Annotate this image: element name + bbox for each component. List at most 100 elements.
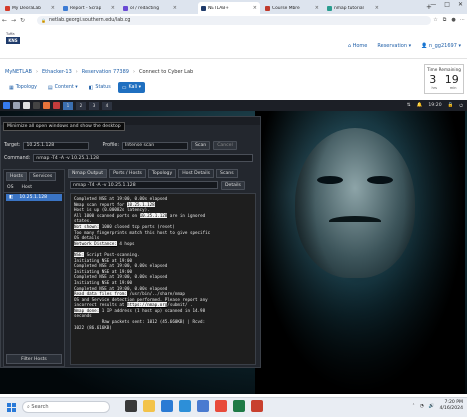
windows-start-icon[interactable] (7, 403, 16, 412)
edge-icon[interactable] (161, 400, 173, 412)
command-input[interactable]: nmap -T4 -A -v 10.25.1.128 (33, 154, 254, 162)
target-row: Target: 10.25.1.128 Profile: Intense sca… (4, 141, 237, 150)
browser-tab[interactable]: Report - Scrap × (60, 2, 118, 14)
details-button[interactable]: Details (221, 181, 245, 190)
breadcrumb-item[interactable]: Ethacker-13 (42, 69, 72, 75)
kali-menu-icon[interactable] (3, 102, 10, 109)
nav-user[interactable]: 👤 n_gg21697 ▾ (421, 43, 461, 49)
target-label: Target: (4, 143, 21, 148)
site-header: Tuffa KNS ⌂ Home Reservation ▾ 👤 n_gg216… (0, 26, 467, 59)
file-explorer-icon[interactable] (143, 400, 155, 412)
close-icon[interactable]: × (373, 5, 379, 11)
kali-button[interactable]: ▭ Kali ▾ (117, 82, 146, 93)
workspace-2[interactable]: 2 (76, 101, 86, 110)
chevron-up-icon[interactable]: ˄ (412, 404, 414, 409)
mail-icon[interactable] (179, 400, 191, 412)
scan-button[interactable]: Scan (191, 141, 211, 150)
output-text: 4 hops (116, 240, 135, 246)
tab-nmap-output[interactable]: Nmap Output (68, 169, 108, 178)
target-input[interactable]: 10.25.1.128 (23, 141, 90, 150)
app-icon[interactable] (197, 400, 209, 412)
forward-icon[interactable]: → (9, 17, 18, 24)
taskbar-search[interactable]: ⌕ Search (22, 401, 110, 413)
minimize-icon[interactable]: — (430, 1, 436, 8)
filter-hosts-button[interactable]: Filter Hosts (6, 354, 62, 364)
netlab-logo[interactable]: Tuffa KNS (6, 32, 22, 50)
breadcrumb-item[interactable]: MyNETLAB (5, 69, 32, 75)
back-icon[interactable]: ← (0, 17, 9, 24)
close-icon[interactable]: × (171, 5, 177, 11)
output-select[interactable]: nmap -T4 -A -v 10.25.1.128 (70, 181, 218, 189)
cancel-button[interactable]: Cancel (213, 141, 237, 150)
task-view-icon[interactable] (125, 400, 137, 412)
power-icon[interactable]: ⏻ (459, 103, 463, 109)
maximize-icon[interactable]: □ (444, 1, 450, 8)
close-icon[interactable]: × (49, 5, 55, 11)
reload-icon[interactable]: ↻ (18, 17, 27, 24)
profile-select[interactable]: Intense scan (122, 141, 189, 150)
vm-console[interactable]: 1 2 3 4 ⇅ 🔔 19:20 🔒 ⏻ Target: 10.25.1.12… (0, 100, 467, 394)
nav-home[interactable]: ⌂ Home (348, 43, 368, 49)
close-icon[interactable]: × (313, 5, 319, 11)
network-icon[interactable]: ⇅ (407, 103, 411, 108)
nav-reservation[interactable]: Reservation ▾ (377, 43, 411, 49)
output-controls: nmap -T4 -A -v 10.25.1.128 Details (70, 181, 245, 190)
workspace-3[interactable]: 3 (89, 101, 99, 110)
output-text: /usr/bin/../share/nmap (126, 291, 185, 297)
browser-icon[interactable] (43, 102, 50, 109)
window-controls: — □ ✕ (430, 1, 463, 8)
nav-user-label: n_gg21697 ▾ (428, 43, 461, 49)
nmap-output-text[interactable]: Completed NSE at 19:00, 0.00s elapsed Nma… (70, 193, 256, 365)
panel-clock[interactable]: 19:20 (428, 103, 441, 108)
browser-tab[interactable]: ol / redacting × (120, 2, 180, 14)
topology-button[interactable]: ▦ Topology (5, 82, 41, 93)
status-button[interactable]: ◧ Status (85, 82, 115, 93)
powerpoint-icon[interactable] (251, 400, 263, 412)
host-row[interactable]: ◧ 10.25.1.128 (6, 194, 62, 201)
terminal-icon[interactable] (33, 102, 40, 109)
content-label: Content ▾ (54, 85, 78, 90)
status-icon: ◧ (88, 84, 94, 91)
app-icon[interactable] (53, 102, 60, 109)
browser-tab-active[interactable]: NETLAB+ × (198, 2, 260, 14)
output-highlight: 10.25.1.128 (126, 201, 155, 207)
excel-icon[interactable] (233, 400, 245, 412)
profile-icon[interactable]: ● (449, 17, 458, 23)
clock[interactable]: 7:20 PM 4/16/2024 (439, 400, 463, 412)
xfce-panel: 1 2 3 4 ⇅ 🔔 19:20 🔒 ⏻ (0, 100, 467, 111)
menu-icon[interactable]: ⋯ (458, 17, 467, 23)
extensions-icon[interactable]: ⧉ (440, 17, 449, 23)
close-icon[interactable]: × (251, 5, 257, 11)
url-field[interactable]: 🔒 netlab.georgi.southern.edu/lab.cg (37, 15, 431, 25)
file-manager-icon[interactable] (23, 102, 30, 109)
os-icon: ◧ (9, 195, 14, 200)
browser-tab[interactable]: My DeoraLab × (2, 2, 58, 14)
tab-hosts[interactable]: Hosts (6, 172, 27, 181)
lock-screen-icon[interactable]: 🔒 (448, 103, 454, 108)
col-host[interactable]: Host (22, 185, 32, 190)
workspace-1[interactable]: 1 (63, 101, 73, 110)
close-icon[interactable]: × (109, 5, 115, 11)
chrome-icon[interactable] (215, 400, 227, 412)
content-button[interactable]: ▤ Content ▾ (44, 82, 82, 93)
address-bar-row: ← → ↻ 🔒 netlab.georgi.southern.edu/lab.c… (0, 14, 467, 26)
volume-icon[interactable]: 🔊 (429, 404, 435, 409)
browser-tab[interactable]: Course Mbre × (262, 2, 322, 14)
breadcrumb-item[interactable]: Reservation 77389 (82, 69, 129, 75)
tab-scans[interactable]: Scans (216, 169, 238, 178)
wifi-icon[interactable]: ◔ (420, 404, 424, 409)
col-os[interactable]: OS (7, 185, 14, 190)
star-icon[interactable]: ☆ (431, 17, 440, 23)
workspace-4[interactable]: 4 (102, 101, 112, 110)
close-window-icon[interactable]: ✕ (458, 1, 463, 8)
tab-ports-hosts[interactable]: Ports / Hosts (109, 169, 146, 178)
tab-services[interactable]: Services (28, 172, 57, 181)
tab-label: ol / redacting (130, 5, 159, 11)
tab-host-details[interactable]: Host Details (178, 169, 215, 178)
tab-topology[interactable]: Topology (147, 169, 177, 178)
output-link[interactable]: https://nmap.org (126, 302, 168, 308)
browser-tab[interactable]: nmap tutorial × (324, 2, 382, 14)
url-text: netlab.georgi.southern.edu/lab.cg (48, 17, 131, 23)
bell-icon[interactable]: 🔔 (417, 103, 423, 108)
show-desktop-icon[interactable] (13, 102, 20, 109)
